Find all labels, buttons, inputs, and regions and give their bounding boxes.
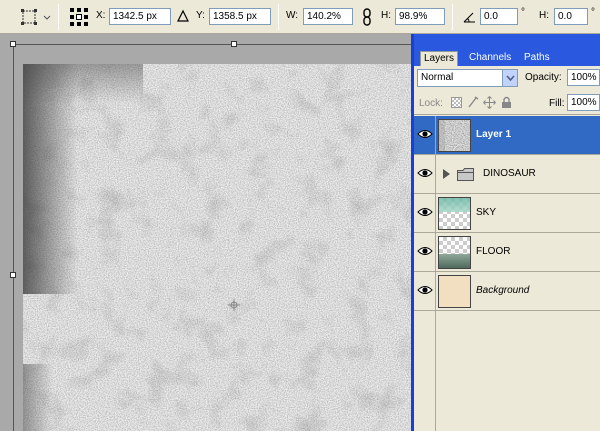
layer-row-dinosaur-group[interactable]: DINOSAUR [414,155,600,194]
layer-name: FLOOR [476,246,511,257]
chain-link-icon [363,8,371,26]
rotate-angle-field[interactable]: 0.0 [480,8,518,25]
layer-thumbnail-background [438,275,471,308]
y-position-field[interactable]: 1358.5 px [209,8,271,25]
reference-point-icon [70,8,88,26]
x-position-field[interactable]: 1342.5 px [109,8,171,25]
layer-row-sky[interactable]: SKY [414,194,600,233]
layer-row-floor[interactable]: FLOOR [414,233,600,272]
toolbar-separator [278,4,279,30]
relative-positioning-button[interactable] [177,9,189,23]
lock-label: Lock: [419,98,443,109]
visibility-column-divider [435,194,436,233]
lock-transparent-pixels-icon[interactable] [451,97,462,108]
chevron-down-icon [502,70,517,86]
panel-tab-strip: Layers Channels Paths [414,34,600,66]
layer-list: Layer 1 DINOSAUR SKY FLOOR Background [414,116,600,431]
tab-channels[interactable]: Channels [466,51,514,66]
toolbar-separator [452,4,453,30]
transform-handle-top-middle[interactable] [231,41,237,47]
blend-mode-dropdown[interactable]: Normal [417,69,518,87]
eye-visibility-icon[interactable] [417,126,433,142]
height-label: H: [381,10,391,21]
layer-name: Background [476,285,530,296]
opacity-label: Opacity: [525,72,562,83]
folder-icon [457,168,474,181]
tool-preset-picker[interactable] [20,8,52,26]
layers-panel: Layers Channels Paths Normal Opacity: 10… [414,34,600,431]
transform-tool-icon [21,9,51,25]
horizontal-skew-field[interactable]: 0.0 [554,8,588,25]
height-scale-field[interactable]: 98.9% [395,8,445,25]
x-label: X: [96,10,106,21]
visibility-column-divider [435,116,436,155]
blend-mode-value: Normal [421,72,454,83]
lock-all-icon[interactable] [501,96,512,109]
tab-layers[interactable]: Layers [420,51,459,66]
layer-thumbnail-texture [438,119,471,152]
skew-degree-unit: ° [591,7,595,18]
maintain-aspect-ratio-button[interactable] [362,8,372,26]
tab-paths[interactable]: Paths [521,51,553,66]
layer-name: Layer 1 [476,129,512,140]
rotate-angle-icon-wrap [463,10,476,23]
transform-handle-top-left[interactable] [10,41,16,47]
layer-thumbnail-sky [438,197,471,230]
lock-image-pixels-icon[interactable] [467,96,479,109]
options-bar: X: 1342.5 px Y: 1358.5 px W: 140.2% H: 9… [0,0,600,34]
lock-fill-row: Lock: Fill: 100% [414,93,600,115]
width-scale-field[interactable]: 140.2% [303,8,353,25]
horizontal-skew-label: H: [539,10,549,21]
transform-handle-middle-left[interactable] [10,272,16,278]
eye-visibility-icon[interactable] [417,282,433,298]
document-canvas[interactable] [0,34,413,431]
layer-name: SKY [476,207,497,218]
layer-name: DINOSAUR [483,168,536,179]
visibility-column-divider [435,155,436,194]
width-label: W: [286,10,299,21]
eye-visibility-icon[interactable] [417,165,433,181]
opacity-field[interactable]: 100% [567,69,600,86]
y-label: Y: [196,10,205,21]
fill-label: Fill: [549,98,565,109]
grunge-texture-image [23,64,411,431]
reference-point-locator[interactable] [70,8,88,26]
visibility-column-divider [435,311,436,431]
grunge-texture-layer[interactable] [23,64,411,431]
angle-icon [463,12,475,23]
layer-thumbnail-floor [438,236,471,269]
blend-opacity-row: Normal Opacity: 100% [414,67,600,91]
lock-position-icon[interactable] [483,96,496,109]
toolbar-separator [58,4,59,30]
fill-field[interactable]: 100% [567,94,600,111]
visibility-column-divider [435,272,436,311]
expand-triangle-icon[interactable] [442,169,451,179]
angle-degree-unit: ° [521,7,525,18]
layer-row-background[interactable]: Background [414,272,600,311]
eye-visibility-icon[interactable] [417,204,433,220]
layer-list-empty-area [414,311,600,431]
layer-row-layer-1[interactable]: Layer 1 [414,116,600,155]
eye-visibility-icon[interactable] [417,243,433,259]
visibility-column-divider [435,233,436,272]
delta-triangle-icon [177,9,189,22]
